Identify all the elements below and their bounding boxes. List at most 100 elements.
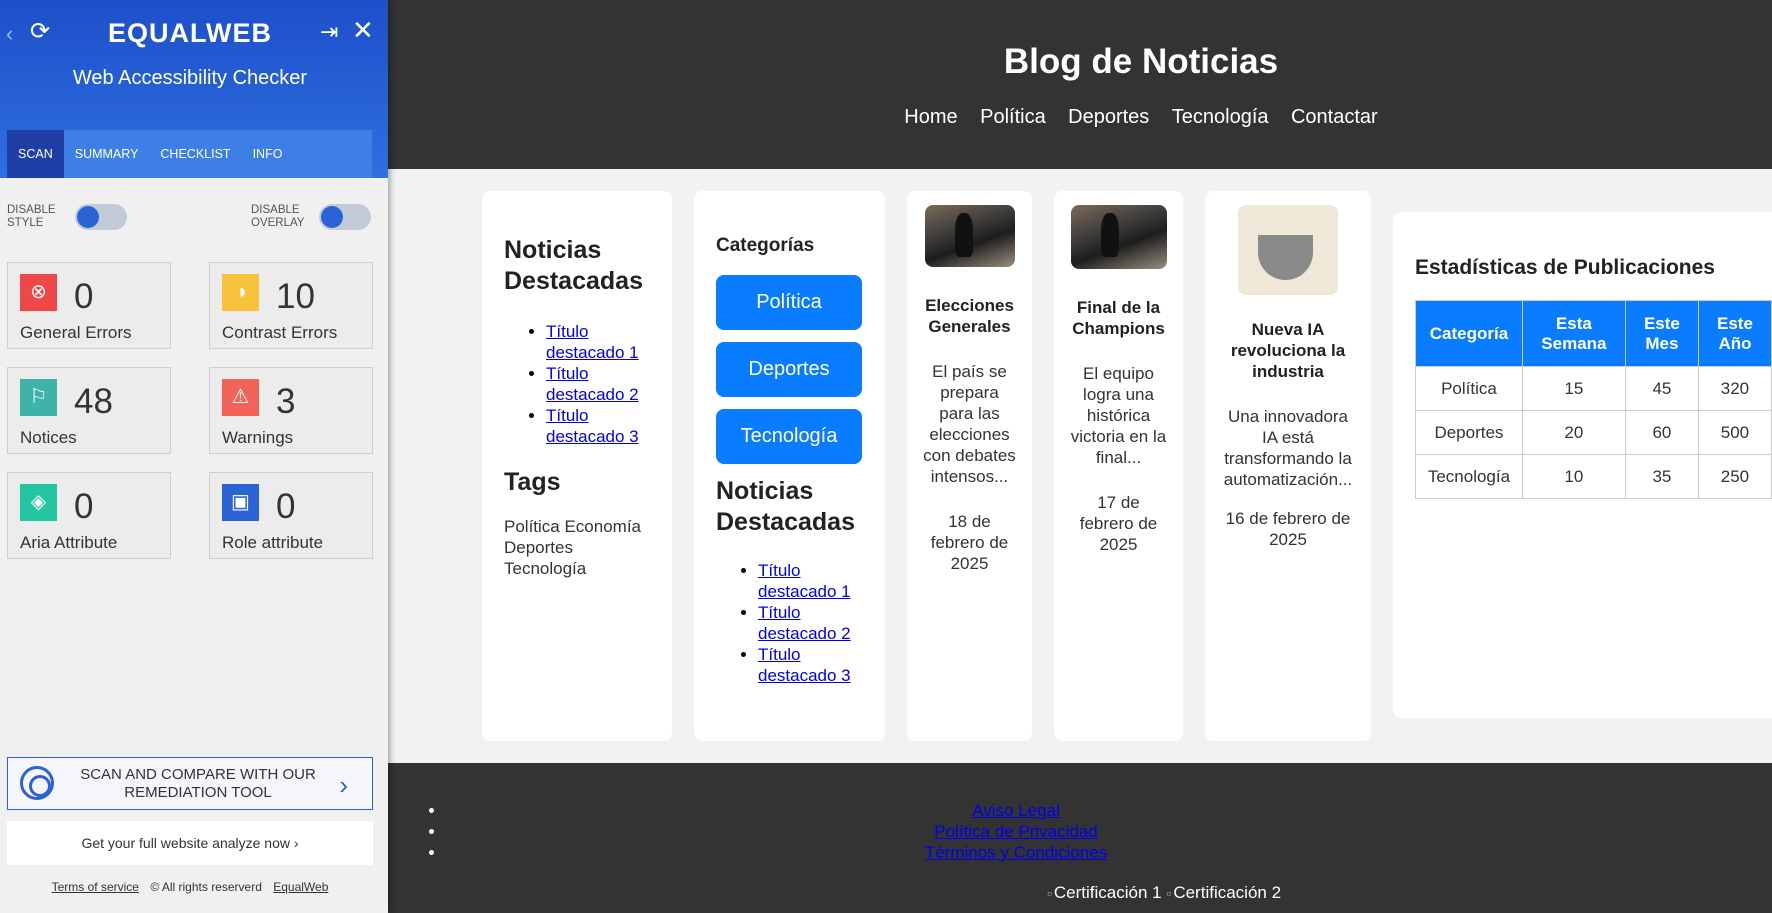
news-card[interactable]: Elecciones Generales El país se prepara … — [907, 191, 1032, 741]
featured-card: Noticias Destacadas Título destacado 1 T… — [482, 191, 672, 741]
news-description: El país se prepara para las elecciones c… — [923, 362, 1016, 486]
stat-label: Role attribute — [222, 533, 324, 552]
certification-image-1: Certificación 1 — [1047, 883, 1162, 902]
nav-contactar[interactable]: Contactar — [1291, 106, 1378, 128]
certifications: Certificación 1 Certificación 2 — [388, 883, 1772, 903]
table-cell: Deportes — [1415, 410, 1523, 455]
table-cell: Política — [1415, 366, 1523, 411]
news-card[interactable]: Nueva IA revoluciona la industria Una in… — [1205, 191, 1371, 741]
panel-header: ‹ ⟳ EQUALWEB ⇥ ✕ Web Accessibility Check… — [0, 0, 388, 178]
list-item: Términos y Condiciones — [446, 842, 1586, 863]
list-item: Título destacado 1 — [546, 321, 650, 363]
equalweb-logo: EQUALWEB — [108, 18, 273, 48]
tab-checklist[interactable]: CHECKLIST — [149, 130, 241, 178]
panel-title: Web Accessibility Checker — [72, 67, 308, 89]
featured-link-2[interactable]: Título destacado 2 — [758, 603, 851, 643]
tab-info[interactable]: INFO — [242, 130, 294, 178]
featured-heading: Noticias Destacadas — [716, 477, 855, 536]
stat-count: 0 — [74, 487, 94, 526]
stat-card-notices[interactable]: ⚐ 48 Notices — [7, 367, 171, 454]
table-header-row: Categoría Esta Semana Este Mes Este Año — [1415, 300, 1772, 367]
news-date: 16 de febrero de 2025 — [1225, 509, 1351, 549]
stat-card-contrast-errors[interactable]: ◑ 10 Contrast Errors — [209, 262, 373, 349]
featured-list: Título destacado 1 Título destacado 2 Tí… — [716, 560, 863, 686]
site-title: Blog de Noticias — [1003, 42, 1279, 81]
stat-card-aria-attribute[interactable]: ◈ 0 Aria Attribute — [7, 472, 171, 559]
list-item: Título destacado 2 — [758, 602, 863, 644]
table-cell: Tecnología — [1415, 454, 1523, 499]
featured-link-1[interactable]: Título destacado 1 — [758, 561, 851, 601]
nav-tecnologia[interactable]: Tecnología — [1172, 106, 1269, 128]
news-date: 18 de febrero de 2025 — [930, 512, 1009, 573]
table-cell: 15 — [1521, 366, 1626, 411]
footer-link-terminos[interactable]: Términos y Condiciones — [925, 843, 1107, 862]
featured-link-3[interactable]: Título destacado 3 — [758, 645, 851, 685]
category-buttons: Política Deportes Tecnología — [716, 275, 863, 464]
nav-deportes[interactable]: Deportes — [1068, 106, 1149, 128]
remediation-tool-button[interactable]: SCAN AND COMPARE WITH OUR REMEDIATION TO… — [7, 757, 373, 810]
nav-home[interactable]: Home — [904, 106, 957, 128]
stat-count: 0 — [74, 277, 94, 316]
featured-heading: Noticias Destacadas — [504, 236, 643, 295]
toggle-knob — [77, 206, 99, 228]
news-image — [1070, 205, 1167, 269]
tags-text: Política Economía Deportes Tecnología — [504, 517, 642, 578]
stat-label: General Errors — [20, 323, 132, 342]
stat-card-warnings[interactable]: ⚠ 3 Warnings — [209, 367, 373, 454]
list-item: Título destacado 1 — [758, 560, 863, 602]
featured-link-3[interactable]: Título destacado 3 — [546, 406, 639, 446]
column-header: Este Año — [1697, 300, 1772, 367]
stat-count: 10 — [276, 277, 315, 316]
accessibility-checker-panel: ‹ ⟳ EQUALWEB ⇥ ✕ Web Accessibility Check… — [0, 0, 388, 913]
rights-text: © All rights reserverd — [150, 880, 262, 894]
category-button-tecnologia[interactable]: Tecnología — [716, 409, 862, 464]
table-cell: 10 — [1521, 454, 1626, 499]
stat-count: 0 — [276, 487, 296, 526]
nav-politica[interactable]: Política — [980, 106, 1046, 128]
news-date: 17 de febrero de 2025 — [1079, 493, 1158, 554]
list-item: Título destacado 2 — [546, 363, 650, 405]
stat-count: 3 — [276, 382, 296, 421]
stats-card: Estadísticas de Publicaciones Categoría … — [1393, 212, 1772, 718]
news-description: El equipo logra una histórica victoria e… — [1070, 364, 1167, 467]
category-button-deportes[interactable]: Deportes — [716, 342, 862, 397]
refresh-icon[interactable]: ⟳ — [30, 20, 50, 44]
footer-link-privacidad[interactable]: Política de Privacidad — [934, 822, 1097, 841]
stat-card-general-errors[interactable]: ⊗ 0 General Errors — [7, 262, 171, 349]
disable-style-toggle[interactable] — [75, 204, 127, 230]
column-header: Este Mes — [1624, 300, 1699, 367]
list-item: Título destacado 3 — [758, 644, 863, 686]
tab-summary[interactable]: SUMMARY — [64, 130, 150, 178]
dock-right-icon[interactable]: ⇥ — [320, 20, 338, 44]
close-icon[interactable]: ✕ — [352, 17, 374, 43]
stat-label: Aria Attribute — [20, 533, 118, 552]
stats-heading: Estadísticas de Publicaciones — [1415, 256, 1715, 279]
table-cell: 60 — [1624, 410, 1699, 455]
table-cell: 500 — [1697, 410, 1772, 455]
full-analyze-link[interactable]: Get your full website analyze now › — [7, 821, 373, 865]
stat-label: Contrast Errors — [222, 323, 338, 342]
stat-count: 48 — [74, 382, 113, 421]
contrast-icon: ◑ — [222, 274, 259, 311]
featured-link-1[interactable]: Título destacado 1 — [546, 322, 639, 362]
stat-label: Notices — [20, 428, 77, 447]
terms-of-service-link[interactable]: Terms of service — [52, 880, 139, 894]
list-item: Política de Privacidad — [446, 821, 1586, 842]
stat-card-role-attribute[interactable]: ▣ 0 Role attribute — [209, 472, 373, 559]
category-button-politica[interactable]: Política — [716, 275, 862, 330]
tab-scan[interactable]: SCAN — [7, 130, 64, 178]
footer-link-aviso-legal[interactable]: Aviso Legal — [972, 801, 1060, 820]
featured-link-2[interactable]: Título destacado 2 — [546, 364, 639, 404]
equalweb-link[interactable]: EqualWeb — [273, 880, 328, 894]
news-card[interactable]: Final de la Champions El equipo logra un… — [1054, 191, 1183, 741]
news-description: Una innovadora IA está transformando la … — [1223, 407, 1353, 489]
news-title: Nueva IA revoluciona la industria — [1230, 320, 1346, 381]
categories-heading: Categorías — [716, 235, 815, 256]
disable-overlay-label: DISABLE OVERLAY — [251, 204, 305, 229]
featured-list: Título destacado 1 Título destacado 2 Tí… — [504, 321, 650, 447]
disable-style-row: DISABLE STYLE — [7, 204, 127, 230]
table-cell: 320 — [1697, 366, 1772, 411]
disable-overlay-toggle[interactable] — [319, 204, 371, 230]
chevron-left-icon[interactable]: ‹ — [6, 22, 13, 46]
chevron-right-icon: › — [339, 770, 348, 800]
